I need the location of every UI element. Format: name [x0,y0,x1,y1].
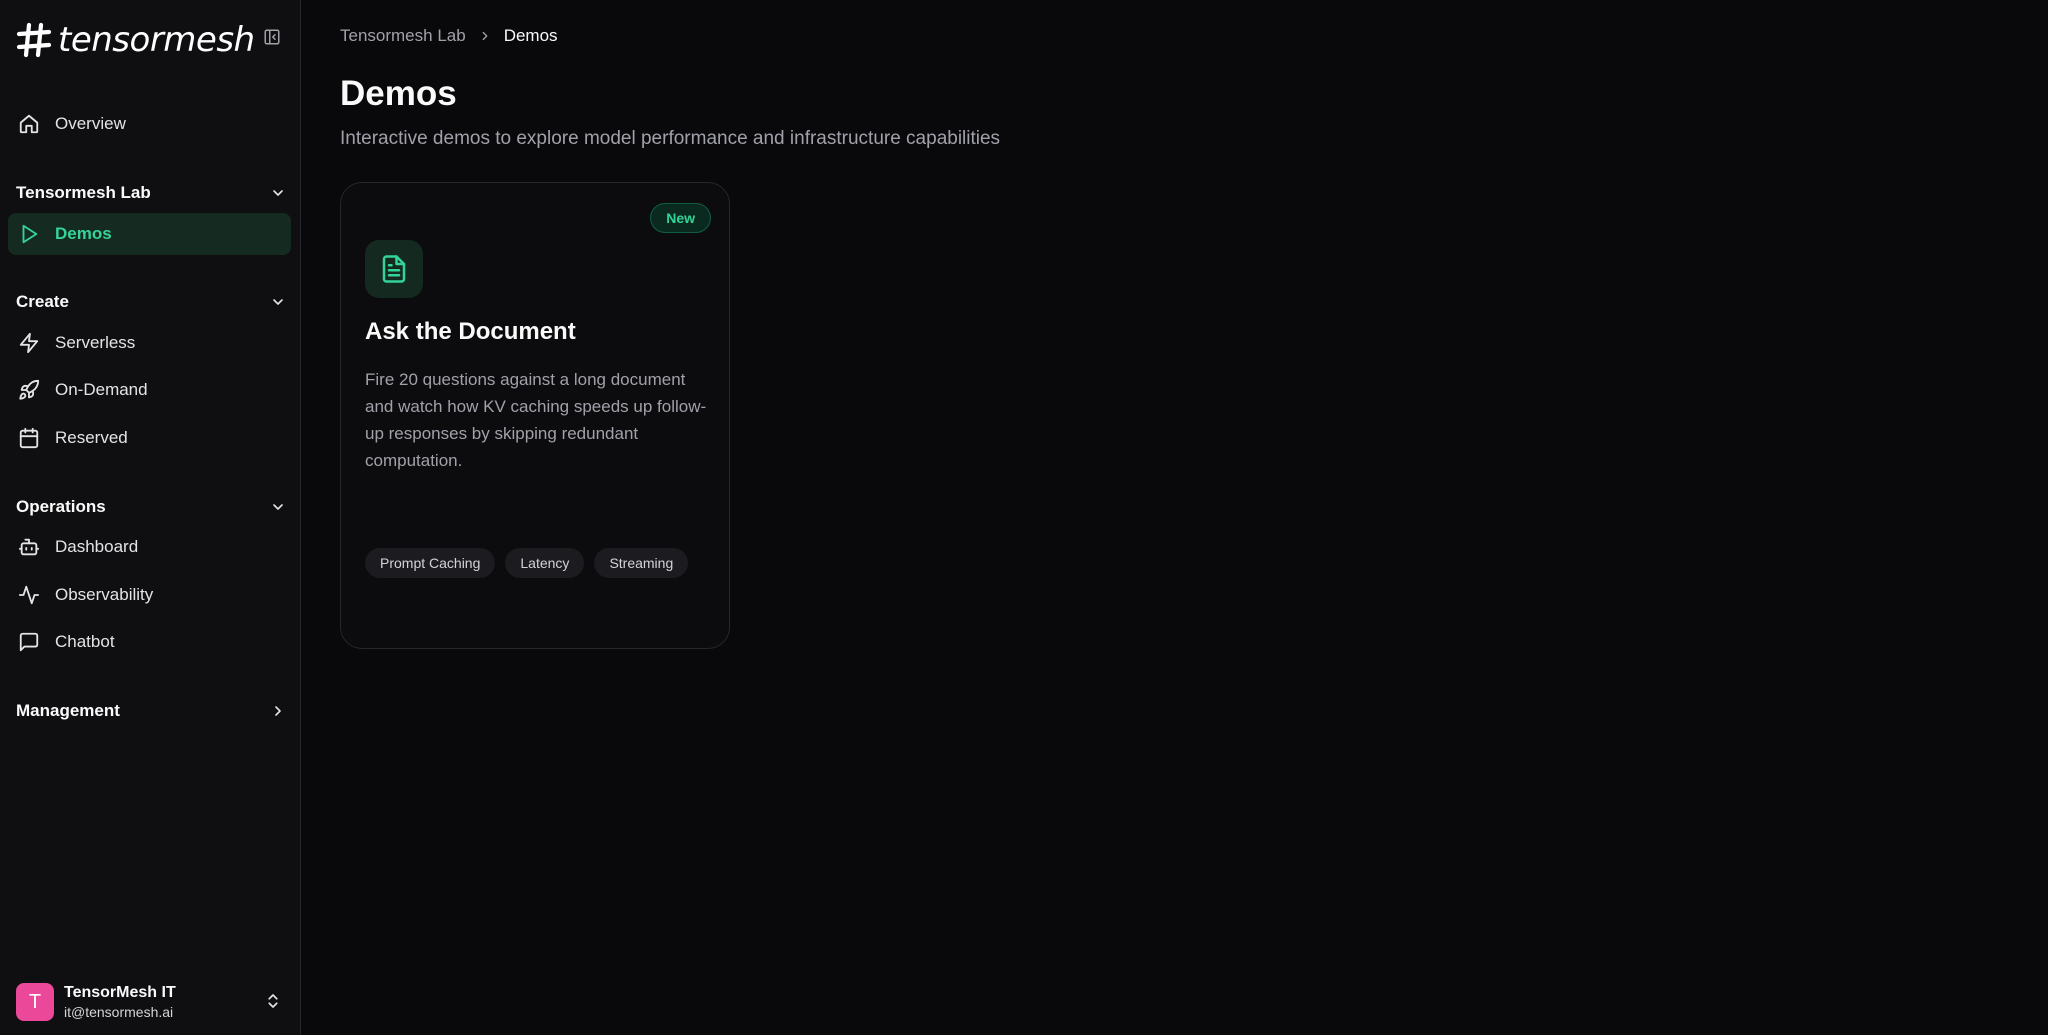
sidebar-item-chatbot[interactable]: Chatbot [8,621,291,663]
page-title: Demos [340,74,457,113]
section-title: Create [16,292,69,311]
sidebar-item-demos[interactable]: Demos [8,213,291,255]
tensormesh-logo-icon [16,22,52,58]
chevron-right-icon [275,706,281,716]
section-management[interactable]: Management [16,698,286,724]
sidebar-item-label: Demos [55,224,112,243]
brand-name: tensormesh [58,20,255,60]
sidebar-item-dashboard[interactable]: Dashboard [8,526,291,568]
activity-icon [17,583,41,607]
breadcrumb: Tensormesh Lab Demos [340,26,558,46]
section-title: Management [16,701,120,720]
main-content: Tensormesh Lab Demos Demos Interactive d… [301,0,2048,1035]
page-subtitle: Interactive demos to explore model perfo… [340,128,1001,149]
tag: Latency [505,548,585,578]
sidebar-item-label: On-Demand [55,380,148,399]
sidebar-item-label: Observability [55,585,154,604]
bot-icon [17,535,41,559]
sidebar-item-label: Dashboard [55,537,139,556]
panel-left-close-icon [264,29,280,45]
avatar: T [16,983,54,1021]
sidebar-collapse-button[interactable] [262,27,282,47]
play-icon [17,222,41,246]
zap-icon [17,331,41,355]
demo-card-ask-the-document[interactable]: New Ask the Document Fire 20 questions a… [340,182,730,649]
section-title: Operations [16,497,106,516]
chevrons-up-down-icon[interactable] [264,990,282,1017]
tag: Prompt Caching [365,548,496,578]
chevron-down-icon [273,504,283,510]
sidebar-item-on-demand[interactable]: On-Demand [8,369,291,411]
sidebar-item-observability[interactable]: Observability [8,574,291,616]
file-text-icon [365,240,423,298]
tag: Streaming [594,548,689,578]
sidebar-item-overview[interactable]: Overview [8,103,291,145]
calendar-icon [17,426,41,450]
section-title: Tensormesh Lab [16,183,151,202]
home-icon [17,112,41,136]
user-menu[interactable]: T TensorMesh IT it@tensormesh.ai [16,982,286,1022]
section-create[interactable]: Create [16,289,286,315]
brand[interactable]: tensormesh [16,22,255,58]
user-email: it@tensormesh.ai [64,1004,174,1020]
section-operations[interactable]: Operations [16,494,286,520]
breadcrumb-current: Demos [503,26,558,45]
sidebar-item-reserved[interactable]: Reserved [8,417,291,459]
new-badge: New [650,203,711,233]
section-tensormesh-lab[interactable]: Tensormesh Lab [16,180,286,206]
message-square-icon [17,630,41,654]
user-text: TensorMesh IT it@tensormesh.ai [64,984,176,1020]
rocket-icon [17,378,41,402]
sidebar: tensormesh Overview Tensormesh Lab Demos… [0,0,301,1035]
card-title: Ask the Document [365,318,576,345]
breadcrumb-parent[interactable]: Tensormesh Lab [340,26,466,46]
chevron-down-icon [273,190,283,196]
sidebar-item-label: Serverless [55,333,136,352]
chevron-down-icon [273,299,283,305]
chevron-right-icon [482,31,488,41]
sidebar-item-label: Reserved [55,428,128,447]
sidebar-item-serverless[interactable]: Serverless [8,322,291,364]
sidebar-item-label: Chatbot [55,632,115,651]
card-description: Fire 20 questions against a long documen… [365,370,707,470]
sidebar-item-label: Overview [55,114,126,133]
user-name: TensorMesh IT [64,984,176,1001]
app-root: tensormesh Overview Tensormesh Lab Demos… [0,0,2048,1035]
tag-list: Prompt Caching Latency Streaming [365,548,711,578]
